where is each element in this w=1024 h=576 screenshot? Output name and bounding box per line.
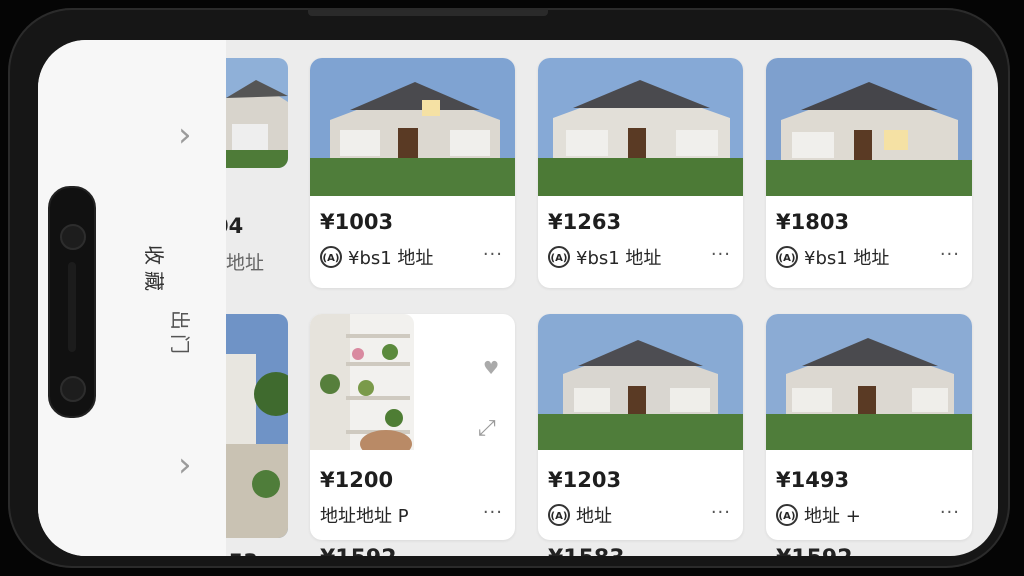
phone-side-button [308,8,548,16]
phone-frame: › 收藏 出门 › 04 地址 [8,8,1010,568]
camera-module [48,186,96,418]
more-options-icon[interactable]: ··· [483,502,503,523]
listing-meta: (A) 地址 + [776,502,861,528]
listing-meta-text: ¥bs1 地址 [576,248,662,269]
listing-meta: (A) 地址 [548,502,612,528]
listing-price-partial: 04 [226,214,244,238]
verified-badge-icon: (A) [548,246,570,268]
listing-card[interactable]: ¥1263 (A) ¥bs1 地址 ··· [538,58,743,288]
more-options-icon[interactable]: ··· [940,502,960,523]
listing-price-peek: ¥1592 [320,546,397,556]
listing-meta: 地址地址 P [320,502,409,528]
listing-meta: (A) ¥bs1 地址 [320,244,433,270]
listing-photo-partial[interactable] [226,58,288,168]
favorites-label[interactable]: 收藏 [141,245,170,297]
listing-meta-text: 地址 [576,506,612,527]
listing-price: ¥1803 [776,210,850,234]
listing-card[interactable]: ¥1003 (A) ¥bs1 地址 ··· [310,58,515,288]
listing-card[interactable]: ¥1493 (A) 地址 + ··· [766,314,972,540]
listing-card[interactable]: ¥1203 (A) 地址 ··· [538,314,743,540]
verified-badge-icon: (A) [776,246,798,268]
more-options-icon[interactable]: ··· [483,244,503,265]
listing-meta: (A) ¥bs1 地址 [776,244,889,270]
verified-badge-icon: (A) [548,504,570,526]
listing-meta-text: ¥bs1 地址 [804,248,890,269]
expand-icon[interactable]: ⤢ [478,416,496,441]
side-label-secondary: 出门 [168,310,192,358]
listing-photo [538,314,743,450]
listing-photo [766,314,972,450]
camera-flash [68,262,76,352]
listing-photo [310,58,515,196]
screen: › 收藏 出门 › 04 地址 [38,40,998,556]
more-options-icon[interactable]: ··· [940,244,960,265]
camera-lens-icon [60,224,86,250]
listing-meta-text: 地址地址 P [320,506,409,527]
listing-price-partial: 453 [226,550,258,556]
more-options-icon[interactable]: ··· [711,244,731,265]
listing-card[interactable]: ¥1803 (A) ¥bs1 地址 ··· [766,58,972,288]
listing-price-peek: ¥1583 [548,546,625,556]
listing-photo-partial[interactable] [226,314,288,538]
listing-meta: (A) ¥bs1 地址 [548,244,661,270]
listing-price: ¥1203 [548,468,622,492]
listing-price-peek: ¥1592 [776,546,853,556]
camera-lens-icon [60,376,86,402]
heart-icon[interactable]: ♥ [483,358,499,379]
more-options-icon[interactable]: ··· [711,502,731,523]
listing-price: ¥1003 [320,210,394,234]
listing-photo [310,314,414,450]
listing-photo [538,58,743,196]
listing-price: ¥1493 [776,468,850,492]
verified-badge-icon: (A) [776,504,798,526]
listing-meta-partial: 地址 [226,252,265,274]
listing-price: ¥1200 [320,468,394,492]
verified-badge-icon: (A) [320,246,342,268]
listing-meta-text: ¥bs1 地址 [348,248,434,269]
partial-listing-column: 04 地址 453 [226,40,288,556]
chevron-right-icon[interactable]: › [178,118,192,152]
listing-photo [766,58,972,196]
listing-meta-text: 地址 + [804,506,861,527]
listing-price: ¥1263 [548,210,622,234]
chevron-right-icon[interactable]: › [178,448,192,482]
